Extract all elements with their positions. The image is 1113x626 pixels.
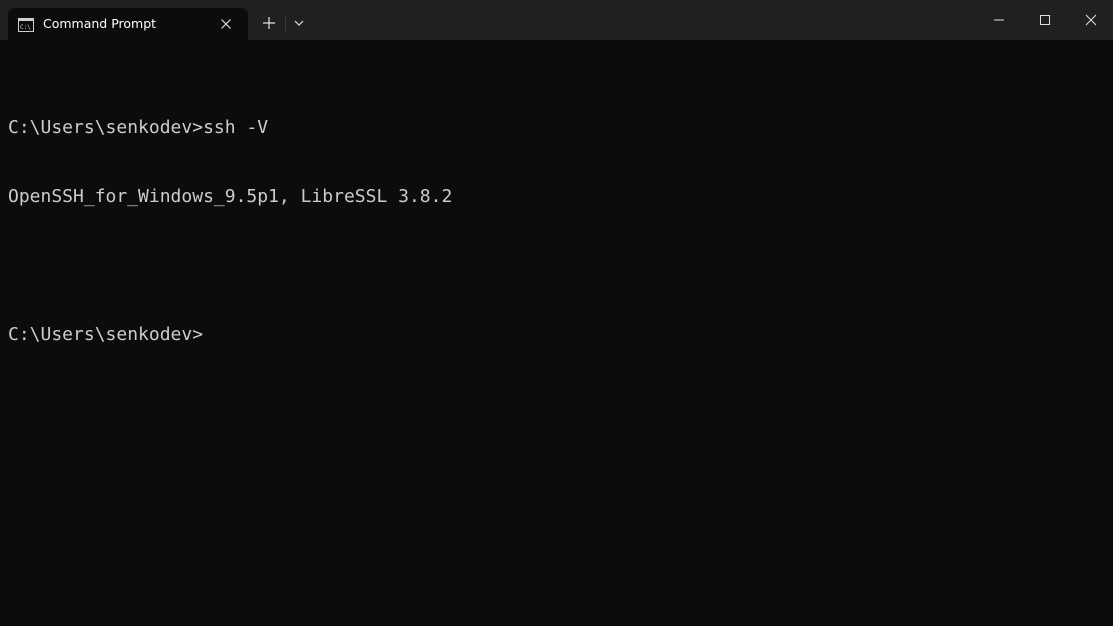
maximize-icon: [1040, 15, 1050, 25]
console-prompt-line: C:\Users\senkodev>: [8, 324, 204, 345]
close-window-button[interactable]: [1067, 0, 1113, 40]
tab-command-prompt[interactable]: C:\ Command Prompt: [8, 8, 248, 40]
cmd-icon: C:\: [18, 17, 34, 32]
tab-dropdown-button[interactable]: [290, 14, 308, 32]
console-output[interactable]: C:\Users\senkodev>ssh -V OpenSSH_for_Win…: [8, 70, 1108, 620]
tab-separator: [285, 15, 286, 33]
console-line: OpenSSH_for_Windows_9.5p1, LibreSSL 3.8.…: [8, 186, 453, 207]
chevron-down-icon: [294, 20, 304, 26]
close-icon: [1085, 14, 1097, 26]
tab-title: Command Prompt: [43, 16, 157, 31]
svg-text:C:\: C:\: [20, 24, 31, 31]
minimize-button[interactable]: [975, 0, 1021, 40]
plus-icon: [263, 17, 275, 29]
console-line: C:\Users\senkodev>ssh -V: [8, 117, 269, 138]
close-tab-icon[interactable]: [218, 16, 234, 32]
new-tab-button[interactable]: [258, 12, 280, 34]
title-bar[interactable]: C:\ Command Prompt: [0, 0, 1113, 40]
terminal-window: C:\ Command Prompt C:\Users\senkodev>ssh…: [0, 0, 1113, 626]
maximize-button[interactable]: [1021, 0, 1067, 40]
minimize-icon: [994, 19, 1004, 21]
